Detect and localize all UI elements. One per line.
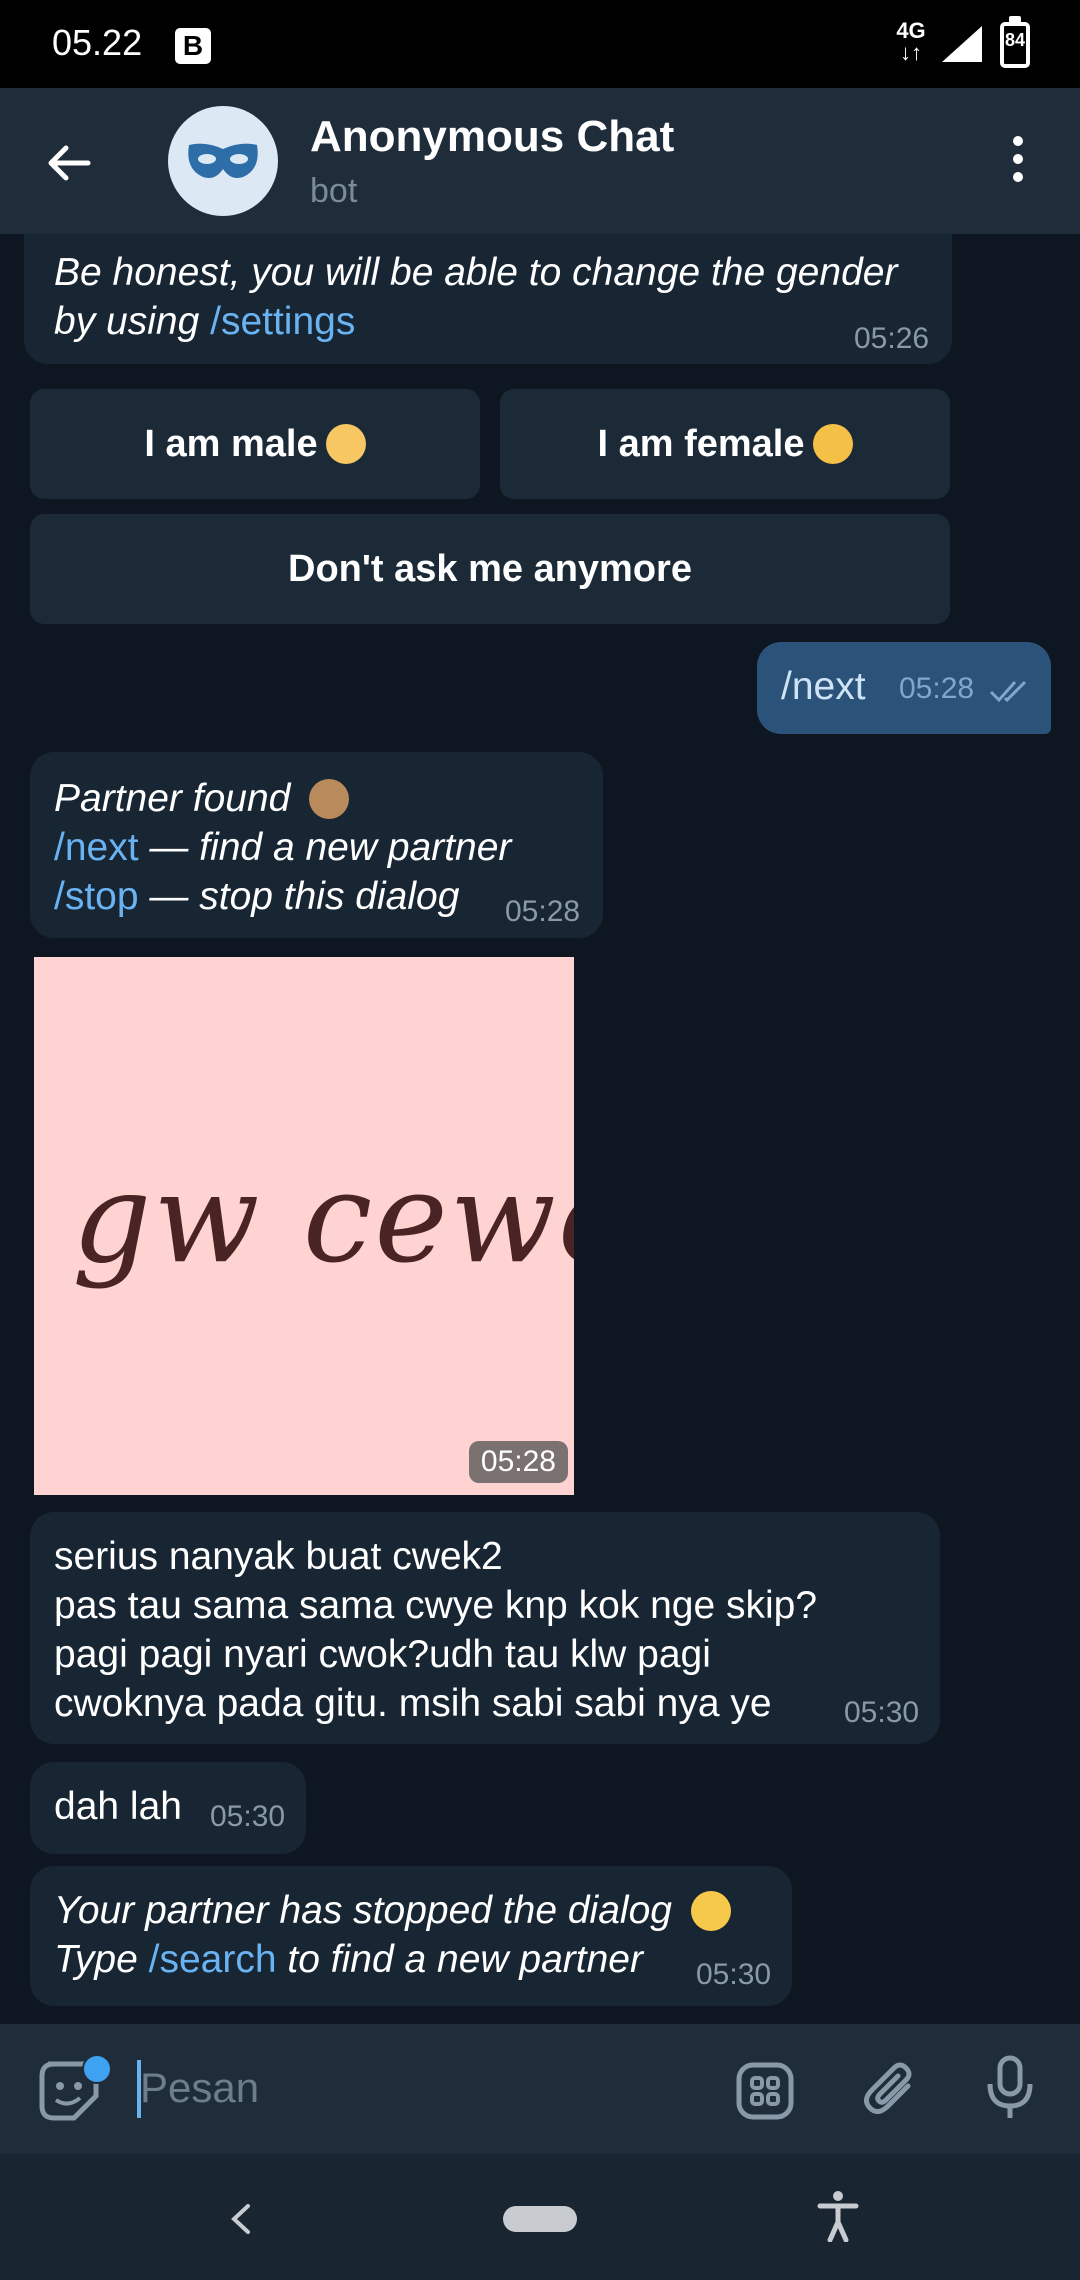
- nav-back-icon[interactable]: [228, 2202, 254, 2236]
- message-text: to find a new partner: [276, 1938, 643, 1981]
- photo-caption-text: gw cewe: [72, 1147, 574, 1291]
- message-time: 05:28: [899, 672, 975, 705]
- male-button-label: I am male: [144, 423, 318, 465]
- message-text-line: Partner found: [54, 774, 350, 823]
- message-time: 05:26: [854, 322, 930, 355]
- attach-paperclip-icon[interactable]: [860, 2058, 922, 2120]
- message-text: — find a new partner: [138, 826, 512, 869]
- message-text: pagi pagi nyari cwok?udh tau klw pagi: [54, 1633, 711, 1676]
- message-bubble[interactable]: Your partner has stopped the dialog Type…: [30, 1866, 792, 2006]
- monkey-emoji-icon: [309, 779, 350, 819]
- outgoing-message-bubble[interactable]: /next 05:28: [757, 642, 1051, 734]
- message-text: Partner found: [54, 777, 291, 820]
- message-bubble[interactable]: Be honest, you will be able to change th…: [24, 234, 952, 364]
- male-button[interactable]: I am male: [30, 389, 480, 499]
- man-emoji-icon: [325, 424, 366, 464]
- message-text: cwoknya pada gitu. msih sabi sabi nya ye: [54, 1682, 772, 1725]
- mask-icon: [188, 143, 258, 178]
- chat-title[interactable]: Anonymous Chat: [310, 112, 674, 162]
- disappointed-emoji-icon: [690, 1891, 731, 1931]
- command-link[interactable]: /search: [149, 1938, 277, 1981]
- message-bubble[interactable]: serius nanyak buat cwek2 pas tau sama sa…: [30, 1512, 940, 1744]
- status-bar: 05.22 B 4G ↓↑ 84: [0, 0, 1080, 88]
- network-label: 4G: [896, 18, 926, 43]
- dont-ask-button[interactable]: Don't ask me anymore: [30, 514, 950, 624]
- message-bubble[interactable]: dah lah 05:30: [30, 1762, 306, 1854]
- message-time: 05:28: [468, 1441, 568, 1483]
- more-vert-icon[interactable]: [1003, 136, 1033, 192]
- message-time: 05:30: [210, 1800, 286, 1833]
- message-text: pas tau sama sama cwye knp kok nge skip?: [54, 1584, 818, 1627]
- message-text-line: /next — find a new partner: [54, 823, 511, 872]
- nav-home-pill[interactable]: [503, 2206, 577, 2232]
- command-link[interactable]: /stop: [54, 875, 139, 918]
- status-time: 05.22: [52, 22, 143, 63]
- back-arrow-icon[interactable]: [44, 138, 94, 188]
- message-text-line: Your partner has stopped the dialog: [54, 1886, 731, 1935]
- message-text: by using: [54, 300, 200, 343]
- notification-dot: [82, 2054, 112, 2084]
- female-button-label: I am female: [597, 423, 805, 465]
- chat-subtitle: bot: [310, 172, 358, 210]
- battery-level: 84: [1004, 30, 1026, 50]
- message-text-line: Type /search to find a new partner: [54, 1935, 643, 1984]
- read-checkmarks-icon: [989, 680, 1027, 703]
- bot-avatar[interactable]: [168, 106, 278, 216]
- message-text: /next: [781, 665, 866, 708]
- accessibility-icon[interactable]: [816, 2190, 860, 2242]
- chat-header: Anonymous Chat bot: [0, 88, 1080, 234]
- message-text: dah lah: [54, 1785, 182, 1828]
- woman-emoji-icon: [812, 424, 853, 464]
- photo-message[interactable]: gw cewe 05:28: [34, 957, 574, 1495]
- message-text-line: by using /settings: [54, 297, 355, 346]
- system-nav-bar: [0, 2154, 1080, 2280]
- message-text: Be honest, you will be able to change th…: [54, 251, 898, 294]
- message-text: Your partner has stopped the dialog: [54, 1889, 672, 1932]
- command-link[interactable]: /next: [54, 826, 139, 869]
- message-text: Type: [54, 1938, 149, 1981]
- message-time: 05:30: [696, 1958, 772, 1991]
- signal-icon: [942, 26, 982, 62]
- female-button[interactable]: I am female: [500, 389, 950, 499]
- message-time: 05:30: [844, 1696, 920, 1729]
- message-text: serius nanyak buat cwek2: [54, 1535, 503, 1578]
- bot-commands-icon[interactable]: [736, 2062, 794, 2120]
- message-bubble[interactable]: Partner found /next — find a new partner…: [30, 752, 603, 938]
- microphone-icon[interactable]: [984, 2054, 1036, 2120]
- app-notification-icon: B: [175, 28, 211, 64]
- message-input-bar: Pesan: [0, 2024, 1080, 2154]
- message-text: — stop this dialog: [138, 875, 460, 918]
- network-4g-icon: 4G ↓↑: [896, 18, 926, 65]
- dont-ask-button-label: Don't ask me anymore: [288, 548, 692, 590]
- message-text-line: /stop — stop this dialog: [54, 872, 459, 921]
- message-time: 05:28: [505, 895, 581, 928]
- message-list[interactable]: Be honest, you will be able to change th…: [0, 234, 1080, 2024]
- command-link[interactable]: /settings: [210, 300, 355, 343]
- message-input[interactable]: Pesan: [140, 2064, 259, 2112]
